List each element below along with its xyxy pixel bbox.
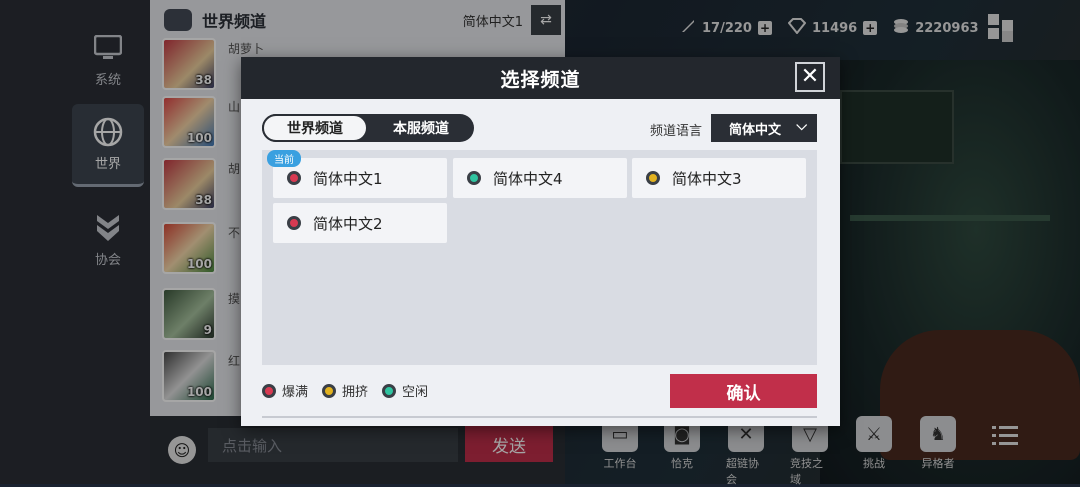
channel-type-tabs: 世界频道 本服频道 [262,114,474,142]
channel-language-label: 频道语言 [650,124,703,139]
legend-label: 空闲 [402,385,429,400]
legend-full: 爆满 [262,381,308,400]
status-idle-icon [467,171,481,185]
channel-item-3[interactable]: 简体中文3 [632,158,806,198]
close-icon: ✕ [800,64,820,89]
status-crowded-icon [322,383,337,398]
dialog-header: 选择频道 ✕ [241,57,840,99]
dialog-title: 选择频道 [500,68,581,91]
channel-list: 当前 简体中文1 简体中文4 简体中文3 简体中文2 [262,150,817,365]
language-value: 简体中文 [729,122,782,138]
close-button[interactable]: ✕ [795,62,825,92]
status-legend: 爆满 拥挤 空闲 [262,381,428,400]
channel-item-4[interactable]: 简体中文4 [453,158,627,198]
status-full-icon [287,171,301,185]
channel-item-1[interactable]: 当前 简体中文1 [267,150,447,198]
channel-item-2[interactable]: 简体中文2 [273,203,447,243]
confirm-button[interactable]: 确认 [670,374,817,408]
channel-name: 简体中文4 [493,169,563,188]
channel-name: 简体中文1 [313,169,383,188]
channel-language-select[interactable]: 简体中文 ⌵ [711,114,817,142]
status-idle-icon [382,383,397,398]
current-badge: 当前 [267,150,301,167]
legend-crowded: 拥挤 [322,381,368,400]
status-full-icon [262,383,276,398]
tab-world-channel[interactable]: 世界频道 [262,114,368,142]
channel-name: 简体中文3 [672,169,742,188]
status-full-icon [287,216,301,230]
divider [262,416,817,418]
chevron-down-icon: ⌵ [796,118,807,134]
channel-select-dialog: 选择频道 ✕ 世界频道 本服频道 频道语言 简体中文 ⌵ 当前 简体中文1 简体… [241,57,840,426]
channel-name: 简体中文2 [313,214,383,233]
legend-label: 爆满 [282,385,309,400]
status-crowded-icon [646,171,660,185]
legend-label: 拥挤 [342,385,369,400]
legend-idle: 空闲 [382,381,428,400]
tab-server-channel[interactable]: 本服频道 [368,114,474,142]
